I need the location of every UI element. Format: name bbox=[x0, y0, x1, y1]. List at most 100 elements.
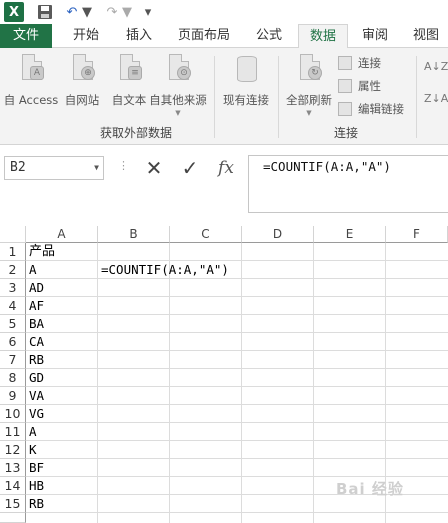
row-header[interactable]: 15 bbox=[0, 495, 26, 513]
chevron-down-icon[interactable]: ▼ bbox=[94, 157, 99, 179]
group-divider bbox=[214, 56, 215, 138]
tab-file[interactable]: 文件 bbox=[0, 24, 52, 48]
group-divider bbox=[278, 56, 279, 138]
quick-access-toolbar: X ↶ ▼ ↷ ▼ ▾ bbox=[0, 0, 448, 24]
other-sources-icon: ⊙ bbox=[177, 66, 191, 80]
row-header[interactable]: 2 bbox=[0, 261, 26, 279]
row-header[interactable] bbox=[0, 513, 26, 523]
from-text-label: 自文本 bbox=[111, 93, 147, 107]
group-divider bbox=[416, 56, 417, 138]
undo-dropdown-icon[interactable]: ▼ bbox=[82, 2, 92, 22]
chevron-down-icon: ▼ bbox=[175, 109, 181, 117]
cell-a2[interactable]: A bbox=[26, 261, 37, 279]
cell-a4[interactable]: AF bbox=[26, 297, 44, 315]
existing-connections-label: 现有连接 bbox=[223, 93, 269, 107]
redo-icon[interactable]: ↷ bbox=[104, 2, 120, 22]
column-header-a[interactable]: A bbox=[26, 226, 98, 243]
save-icon[interactable] bbox=[36, 2, 54, 22]
edit-links-button[interactable]: 编辑链接 bbox=[338, 100, 404, 118]
column-header-b[interactable]: B bbox=[98, 226, 170, 243]
edit-links-label: 编辑链接 bbox=[358, 102, 404, 116]
cell-a12[interactable]: K bbox=[26, 441, 37, 459]
database-icon bbox=[237, 56, 257, 82]
connections-label: 连接 bbox=[358, 56, 381, 70]
cell-a14[interactable]: HB bbox=[26, 477, 44, 495]
insert-function-button[interactable]: fx bbox=[212, 155, 240, 181]
from-other-sources-label: 自其他来源 bbox=[149, 93, 207, 107]
tab-review[interactable]: 审阅 bbox=[352, 24, 398, 48]
row-header[interactable]: 4 bbox=[0, 297, 26, 315]
group-label-connections: 连接 bbox=[334, 126, 359, 140]
connections-button[interactable]: 连接 bbox=[338, 54, 381, 72]
watermark-logo: Bai 经验 bbox=[336, 480, 404, 498]
row-header[interactable]: 10 bbox=[0, 405, 26, 423]
from-web-button[interactable]: ⊕ 自网站 bbox=[52, 54, 112, 108]
formula-bar-grip-icon[interactable]: ⋮ bbox=[118, 159, 129, 172]
cell-a6[interactable]: CA bbox=[26, 333, 44, 351]
existing-connections-button[interactable]: 现有连接 bbox=[218, 54, 274, 108]
cell-a7[interactable]: RB bbox=[26, 351, 44, 369]
tab-view[interactable]: 视图 bbox=[404, 24, 448, 48]
cell-a13[interactable]: BF bbox=[26, 459, 44, 477]
customize-toolbar-icon[interactable]: ▾ bbox=[142, 2, 154, 22]
chevron-down-icon: ▼ bbox=[306, 109, 312, 117]
tab-home[interactable]: 开始 bbox=[58, 24, 114, 48]
cell-a3[interactable]: AD bbox=[26, 279, 44, 297]
tab-insert[interactable]: 插入 bbox=[114, 24, 164, 48]
cell-a11[interactable]: A bbox=[26, 423, 37, 441]
excel-logo-icon: X bbox=[4, 2, 24, 22]
row-header[interactable]: 11 bbox=[0, 423, 26, 441]
row-header[interactable]: 3 bbox=[0, 279, 26, 297]
from-access-label: 自 Access bbox=[3, 93, 59, 107]
tab-page-layout[interactable]: 页面布局 bbox=[168, 24, 240, 48]
sort-ascending-icon[interactable]: A↓Z bbox=[424, 60, 448, 73]
row-header[interactable]: 1 bbox=[0, 243, 26, 261]
tab-data[interactable]: 数据 bbox=[298, 24, 348, 49]
refresh-icon: ↻ bbox=[308, 66, 322, 80]
column-header-d[interactable]: D bbox=[242, 226, 314, 243]
cell-a5[interactable]: BA bbox=[26, 315, 44, 333]
cancel-entry-button[interactable]: ✕ bbox=[140, 155, 168, 181]
cell-a9[interactable]: VA bbox=[26, 387, 44, 405]
cell-a10[interactable]: VG bbox=[26, 405, 44, 423]
column-header-c[interactable]: C bbox=[170, 226, 242, 243]
refresh-all-button[interactable]: ↻ 全部刷新 ▼ bbox=[280, 54, 338, 117]
refresh-all-label: 全部刷新 bbox=[286, 93, 332, 107]
row-header[interactable]: 5 bbox=[0, 315, 26, 333]
tab-formulas[interactable]: 公式 bbox=[246, 24, 292, 48]
from-web-label: 自网站 bbox=[64, 93, 100, 107]
edit-links-icon bbox=[338, 102, 352, 116]
select-all-corner[interactable] bbox=[0, 226, 26, 243]
enter-button[interactable]: ✓ bbox=[176, 155, 204, 181]
properties-label: 属性 bbox=[358, 79, 381, 93]
ribbon-panel: A 自 Access ⊕ 自网站 ≡ 自文本 ⊙ 自其他来源 ▼ 现有连接 获取… bbox=[0, 48, 448, 145]
access-icon: A bbox=[30, 66, 44, 80]
ribbon-tabs: 文件 开始 插入 页面布局 公式 数据 审阅 视图 bbox=[0, 24, 448, 49]
column-header-e[interactable]: E bbox=[314, 226, 386, 243]
web-icon: ⊕ bbox=[81, 66, 95, 80]
properties-button[interactable]: 属性 bbox=[338, 77, 381, 95]
name-box-value: B2 bbox=[10, 160, 26, 175]
name-box[interactable]: B2 ▼ bbox=[4, 156, 104, 180]
row-header[interactable]: 8 bbox=[0, 369, 26, 387]
row-header[interactable]: 12 bbox=[0, 441, 26, 459]
cell-a1[interactable]: 产品 bbox=[26, 243, 55, 261]
text-file-icon: ≡ bbox=[128, 66, 142, 80]
connections-icon bbox=[338, 56, 352, 70]
formula-input[interactable]: =COUNTIF(A:A,"A") bbox=[248, 155, 448, 213]
from-other-sources-button[interactable]: ⊙ 自其他来源 ▼ bbox=[146, 54, 210, 117]
row-header[interactable]: 13 bbox=[0, 459, 26, 477]
cell-b2-editing[interactable]: =COUNTIF(A:A,"A") bbox=[98, 261, 229, 279]
row-header[interactable]: 6 bbox=[0, 333, 26, 351]
undo-icon[interactable]: ↶ bbox=[64, 2, 80, 22]
cell-a15[interactable]: RB bbox=[26, 495, 44, 513]
row-header[interactable]: 9 bbox=[0, 387, 26, 405]
cell-a8[interactable]: GD bbox=[26, 369, 44, 387]
sort-descending-icon[interactable]: Z↓A bbox=[424, 92, 448, 105]
properties-icon bbox=[338, 79, 352, 93]
column-header-f[interactable]: F bbox=[386, 226, 448, 243]
formula-bar: B2 ▼ ⋮ ✕ ✓ fx =COUNTIF(A:A,"A") bbox=[0, 145, 448, 213]
redo-dropdown-icon[interactable]: ▼ bbox=[122, 2, 132, 22]
row-header[interactable]: 7 bbox=[0, 351, 26, 369]
row-header[interactable]: 14 bbox=[0, 477, 26, 495]
